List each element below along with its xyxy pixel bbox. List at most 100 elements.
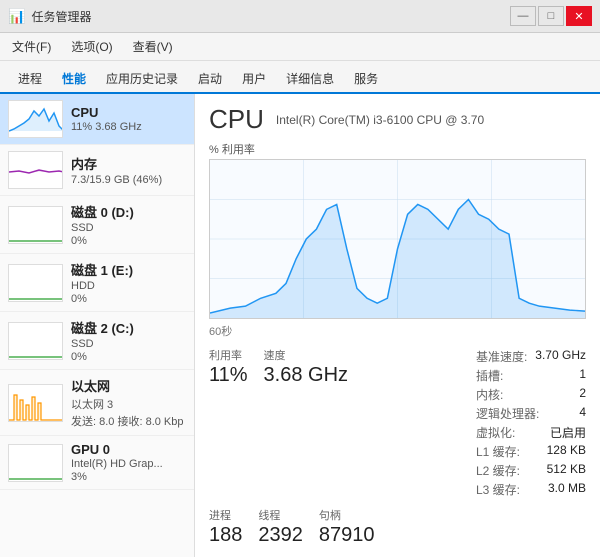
basespeed-label: 基准速度: [476,348,527,365]
sidebar-item-cpu[interactable]: CPU 11% 3.68 GHz [0,94,194,145]
l2-label: L2 缓存: [476,462,520,479]
cores-value: 2 [579,386,586,403]
disk2-thumb [8,322,63,360]
disk1-sub1: HDD [71,280,186,292]
gpu0-sub2: 3% [71,471,186,483]
logical-value: 4 [579,405,586,422]
virt-item: 虚拟化: 已启用 [476,423,586,442]
threads-label: 线程 [258,507,303,523]
memory-title: 内存 [71,154,186,173]
memory-info: 内存 7.3/15.9 GB (46%) [71,154,186,186]
disk2-sub2: 0% [71,351,186,363]
l3-item: L3 缓存: 3.0 MB [476,480,586,499]
processes-block: 进程 188 [209,507,242,547]
title-bar: 📊 任务管理器 — □ ✕ [0,0,600,33]
stats-row: 利用率 11% 速度 3.68 GHz 基准速度: 3.70 GHz 插槽: 1 [209,347,586,499]
cpu-title: CPU [71,105,186,120]
ethernet-info: 以太网 以太网 3 发送: 8.0 接收: 8.0 Kbp [71,376,186,429]
cpu-sub: 11% 3.68 GHz [71,121,186,133]
right-panel: CPU Intel(R) Core(TM) i3-6100 CPU @ 3.70… [195,94,600,557]
gpu0-title: GPU 0 [71,442,186,457]
disk1-thumb [8,264,63,302]
sidebar-item-disk2[interactable]: 磁盘 2 (C:) SSD 0% [0,312,194,370]
l2-value: 512 KB [547,462,586,479]
utilization-block: 利用率 11% [209,347,248,499]
minimize-button[interactable]: — [510,6,536,26]
ethernet-title: 以太网 [71,376,186,395]
memory-sub: 7.3/15.9 GB (46%) [71,174,186,186]
chart-label: % 利用率 [209,141,586,157]
right-subtitle: Intel(R) Core(TM) i3-6100 CPU @ 3.70 [276,113,484,127]
cores-item: 内核: 2 [476,385,586,404]
process-row: 进程 188 线程 2392 句柄 87910 [209,507,586,547]
sidebar-item-ethernet[interactable]: 以太网 以太网 3 发送: 8.0 接收: 8.0 Kbp [0,370,194,436]
logical-label: 逻辑处理器: [476,405,539,422]
disk0-sub1: SSD [71,222,186,234]
maximize-button[interactable]: □ [538,6,564,26]
window-icon: 📊 [8,8,25,25]
menu-bar: 文件(F) 选项(O) 查看(V) [0,33,600,61]
virt-label: 虚拟化: [476,424,515,441]
sockets-label: 插槽: [476,367,503,384]
speed-value: 3.68 GHz [264,364,348,386]
threads-block: 线程 2392 [258,507,303,547]
chart-time: 60秒 [209,323,586,339]
disk0-info: 磁盘 0 (D:) SSD 0% [71,202,186,247]
menu-file[interactable]: 文件(F) [8,36,55,57]
sidebar-item-gpu0[interactable]: GPU 0 Intel(R) HD Grap... 3% [0,436,194,490]
sockets-item: 插槽: 1 [476,366,586,385]
disk0-thumb [8,206,63,244]
speed-label: 速度 [264,347,348,363]
window-title: 任务管理器 [31,8,504,25]
utilization-value: 11% [209,363,248,387]
handles-value: 87910 [319,524,375,546]
right-header: CPU Intel(R) Core(TM) i3-6100 CPU @ 3.70 [209,104,586,135]
logical-item: 逻辑处理器: 4 [476,404,586,423]
handles-block: 句柄 87910 [319,507,375,547]
utilization-label: 利用率 [209,347,248,363]
info-right-block: 基准速度: 3.70 GHz 插槽: 1 内核: 2 逻辑处理器: 4 虚拟化: [476,347,586,499]
l1-label: L1 缓存: [476,443,520,460]
tab-services[interactable]: 服务 [344,65,388,94]
sidebar-item-memory[interactable]: 内存 7.3/15.9 GB (46%) [0,145,194,196]
tab-users[interactable]: 用户 [232,65,276,94]
disk2-sub1: SSD [71,338,186,350]
sidebar-item-disk0[interactable]: 磁盘 0 (D:) SSD 0% [0,196,194,254]
gpu0-sub1: Intel(R) HD Grap... [71,458,186,470]
disk1-title: 磁盘 1 (E:) [71,260,186,279]
l2-item: L2 缓存: 512 KB [476,461,586,480]
cpu-chart [209,159,586,319]
sidebar-item-disk1[interactable]: 磁盘 1 (E:) HDD 0% [0,254,194,312]
tab-details[interactable]: 详细信息 [276,65,344,94]
tab-performance[interactable]: 性能 [52,65,96,94]
cores-label: 内核: [476,386,503,403]
ethernet-thumb [8,384,63,422]
l3-label: L3 缓存: [476,481,520,498]
basespeed-item: 基准速度: 3.70 GHz [476,347,586,366]
processes-value: 188 [209,524,242,546]
close-button[interactable]: ✕ [566,6,592,26]
cpu-info: CPU 11% 3.68 GHz [71,105,186,133]
basespeed-value: 3.70 GHz [535,348,586,365]
right-title: CPU [209,104,264,135]
ethernet-sub1: 以太网 3 [71,396,186,412]
l3-value: 3.0 MB [548,481,586,498]
cpu-thumb [8,100,63,138]
tab-app-history[interactable]: 应用历史记录 [96,65,188,94]
disk2-title: 磁盘 2 (C:) [71,318,186,337]
tab-startup[interactable]: 启动 [188,65,232,94]
threads-value: 2392 [258,524,303,546]
gpu0-thumb [8,444,63,482]
window-controls: — □ ✕ [510,6,592,26]
tab-processes[interactable]: 进程 [8,65,52,94]
gpu0-info: GPU 0 Intel(R) HD Grap... 3% [71,442,186,483]
l1-item: L1 缓存: 128 KB [476,442,586,461]
disk1-info: 磁盘 1 (E:) HDD 0% [71,260,186,305]
handles-label: 句柄 [319,507,375,523]
virt-value: 已启用 [550,424,586,441]
main-content: CPU 11% 3.68 GHz 内存 7.3/15.9 GB (46%) [0,94,600,557]
disk0-sub2: 0% [71,235,186,247]
menu-options[interactable]: 选项(O) [67,36,116,57]
l1-value: 128 KB [547,443,586,460]
menu-view[interactable]: 查看(V) [129,36,177,57]
